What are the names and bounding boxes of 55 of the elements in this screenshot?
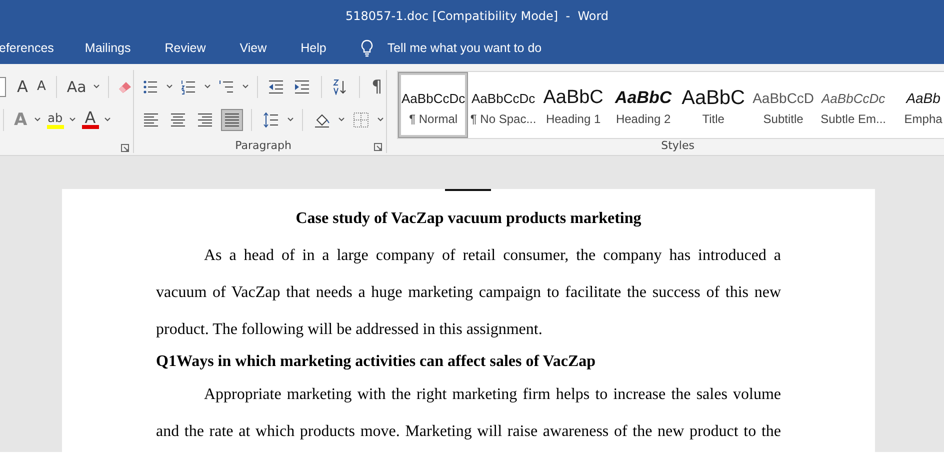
group-label: Styles — [661, 139, 694, 152]
window-title: 518057-1.doc [Compatibility Mode] - Word — [345, 9, 609, 23]
ribbon-tab[interactable]: Mailings — [84, 41, 146, 55]
lightbulb-icon — [360, 39, 374, 57]
caret-icon — [287, 117, 294, 122]
body-paragraph: Appropriate marketing with the right marketing firm helps to increase the sales volume and the rate at which products move. Marketing will raise awareness of the new product to the — [156, 385, 781, 442]
tell-me-search-field[interactable]: Tell me what you want to do — [387, 41, 542, 55]
caret-icon — [204, 84, 212, 89]
caret-icon — [338, 117, 346, 122]
numbered-list-icon — [180, 78, 197, 94]
page-top-mark — [445, 189, 491, 191]
line-spacing-icon — [263, 112, 280, 128]
style-gallery-item[interactable]: AaBbC Heading 1 — [538, 72, 608, 138]
borders-grid-icon — [353, 112, 370, 128]
dialog-launcher-icon — [374, 143, 382, 151]
ribbon-tab[interactable]: Help — [300, 41, 342, 55]
style-gallery-item[interactable]: AaBbCcDc Subtle Em... — [818, 72, 888, 138]
paint-bucket-icon — [314, 112, 330, 128]
justify-button[interactable] — [221, 108, 244, 130]
caret-icon — [166, 84, 174, 89]
justify-icon — [224, 112, 240, 128]
caret-icon — [69, 117, 76, 122]
shrink-font-button[interactable]: A — [34, 79, 48, 94]
style-gallery-item[interactable]: AaBbCcD Subtitle — [748, 72, 818, 138]
align-right-icon — [197, 112, 214, 128]
show-formatting-button[interactable]: ¶ — [367, 76, 386, 96]
ribbon-tab[interactable]: View — [240, 41, 282, 55]
caret-icon — [93, 84, 100, 89]
increase-indent-icon — [294, 78, 310, 94]
group-label: Paragraph — [235, 139, 292, 152]
sort-icon — [332, 78, 348, 94]
align-center-icon — [170, 112, 186, 128]
style-gallery-item[interactable]: AaBbCcDc ¶ No Spac... — [468, 72, 538, 138]
font-size-field[interactable] — [0, 76, 6, 96]
dialog-launcher-icon — [121, 144, 130, 152]
ribbon-tab[interactable]: Review — [164, 41, 221, 55]
style-gallery-item[interactable]: AaBbC Heading 2 — [608, 72, 678, 138]
caret-icon — [34, 117, 42, 122]
document-title: Case study of VacZap vacuum products marketing — [294, 209, 642, 229]
section-heading: Q1Ways in which marketing activities can affect sales of VacZap — [156, 352, 597, 372]
caret-icon — [104, 117, 112, 122]
bullet-list-icon — [142, 78, 159, 94]
caret-icon — [242, 84, 249, 89]
style-gallery-item[interactable]: AaBb Empha — [888, 72, 944, 138]
decrease-indent-icon — [268, 78, 284, 94]
change-case-button[interactable]: Aa — [64, 78, 88, 96]
grow-font-button[interactable]: A — [15, 77, 30, 96]
style-gallery-item[interactable]: AaBbCcDc ¶ Normal — [398, 72, 468, 138]
highlight-button[interactable]: ab — [46, 110, 64, 128]
body-paragraph: As a head of in a large company of retail consumer, the company has introduced a vacuum of VacZap that needs a huge marketing campaign to facilitate the success of this new product. The following will be addressed in this assignment. — [156, 246, 781, 340]
align-left-icon — [143, 112, 160, 128]
caret-icon — [377, 117, 384, 122]
font-color-button[interactable]: A — [81, 110, 100, 128]
multilevel-list-icon — [218, 78, 235, 94]
style-gallery-item[interactable]: AaBbC Title — [678, 72, 748, 138]
